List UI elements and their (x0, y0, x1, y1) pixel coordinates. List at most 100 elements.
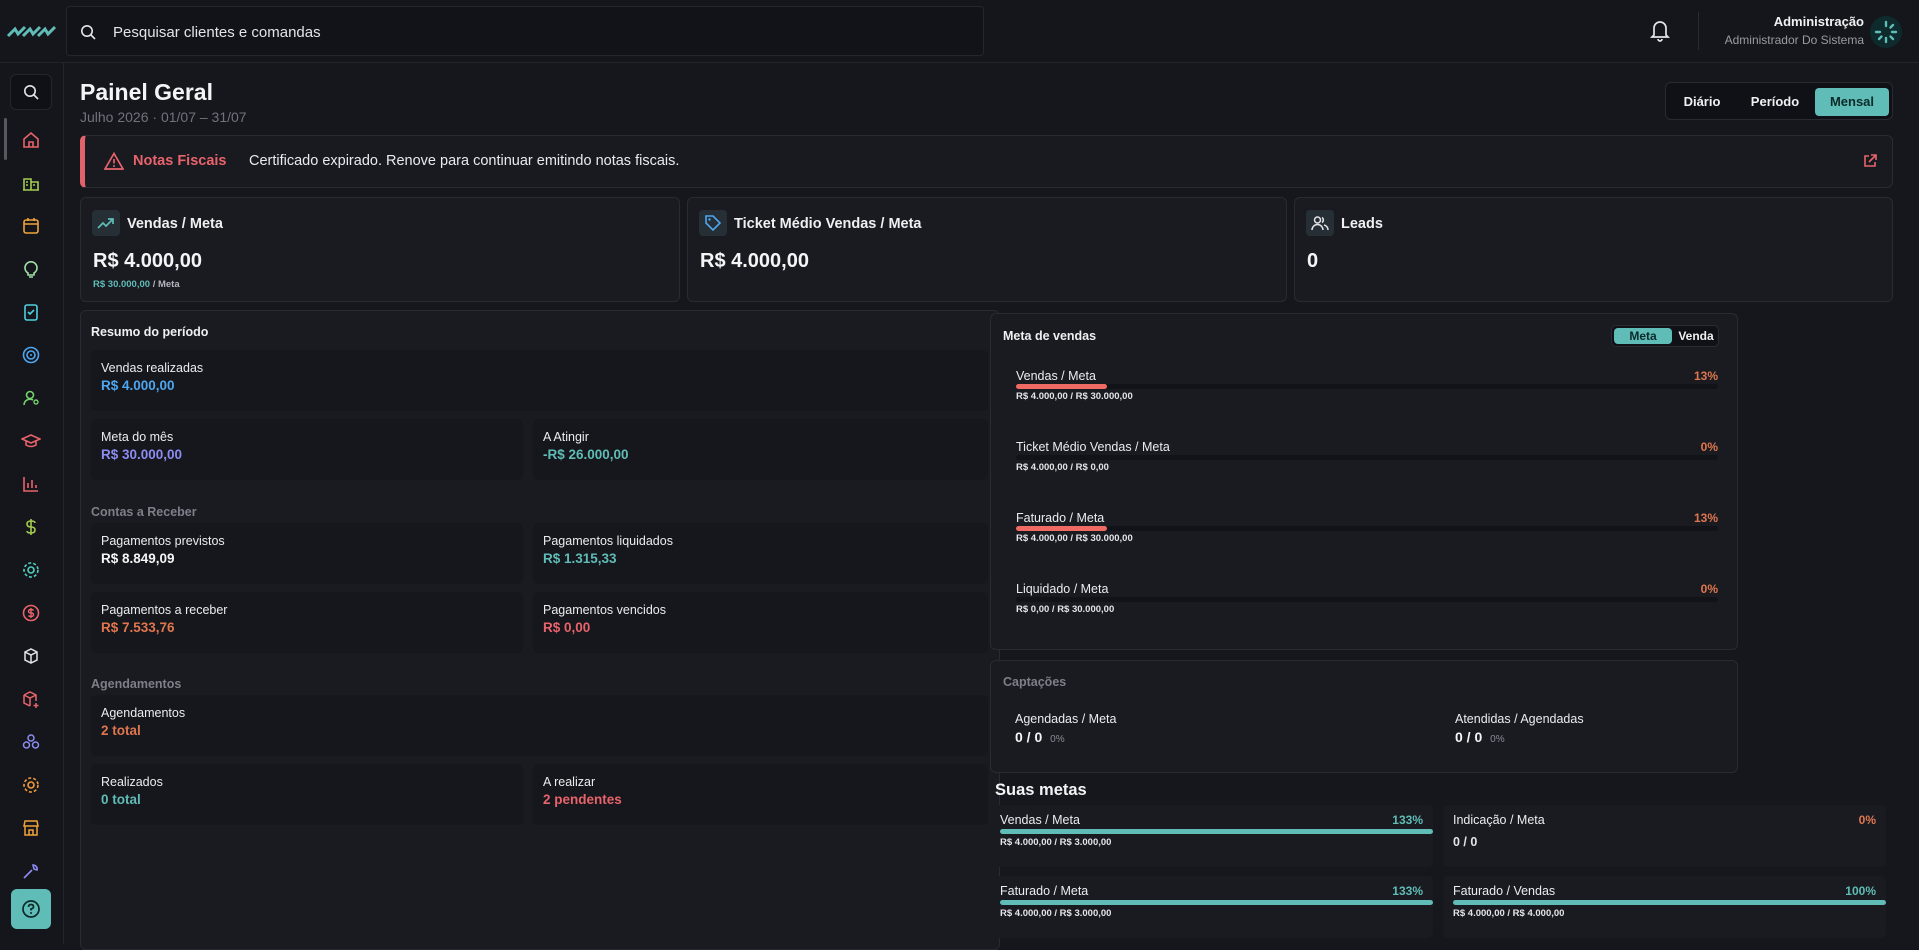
tag-icon (699, 210, 727, 236)
progress-label: Faturado / Meta (1016, 511, 1105, 525)
user-info[interactable]: Administração Administrador Do Sistema (1725, 14, 1864, 47)
tile-vendas-realizadas: Vendas realizadas R$ 4.000,00 (91, 350, 988, 411)
target-icon[interactable] (20, 344, 42, 366)
suas-metas-title: Suas metas (995, 781, 1087, 799)
tile-value: -R$ 26.000,00 (543, 447, 629, 462)
warning-icon (104, 152, 124, 170)
package-icon[interactable] (20, 645, 42, 667)
cog-icon[interactable] (20, 774, 42, 796)
captacao-value: 0 / 0 0% (1455, 729, 1505, 745)
sidebar-search-button[interactable] (10, 74, 52, 110)
lightbulb-icon[interactable] (20, 258, 42, 280)
meta-card-label: Indicação / Meta (1453, 813, 1545, 827)
tile-pagamentos-liquidados: Pagamentos liquidados R$ 1.315,33 (533, 523, 988, 584)
meta-card: Faturado / Vendas 100% R$ 4.000,00 / R$ 4.… (1443, 876, 1886, 938)
captacao-value-text: 0 / 0 (1455, 729, 1483, 745)
kpi-card-vendas[interactable]: Vendas / Meta R$ 4.000,00 R$ 30.000,00 /… (80, 197, 680, 302)
meta-card-detail: R$ 4.000,00 / R$ 3.000,00 (1000, 908, 1112, 919)
period-range-button[interactable]: Período (1738, 88, 1812, 116)
help-button[interactable] (11, 889, 51, 929)
meta-card-fill (1000, 829, 1433, 834)
meta-vendas-title: Meta de vendas (1003, 329, 1097, 343)
meta-progress-row: Liquidado / Meta 0% R$ 0,00 / R$ 30.000,00 (1016, 582, 1718, 622)
external-link-icon[interactable] (1862, 153, 1878, 169)
kpi-value: R$ 4.000,00 (93, 250, 202, 272)
progress-detail: R$ 4.000,00 / R$ 30.000,00 (1016, 533, 1133, 544)
progress-track (1016, 597, 1718, 602)
meta-card: Faturado / Meta 133% R$ 4.000,00 / R$ 3.00… (990, 876, 1433, 938)
toggle-meta-button[interactable]: Meta (1614, 328, 1672, 344)
coin-icon[interactable] (20, 602, 42, 624)
alert-message: Certificado expirado. Renove para contin… (249, 153, 680, 169)
topbar-divider (1698, 12, 1699, 50)
meta-card: Vendas / Meta 133% R$ 4.000,00 / R$ 3.000,… (990, 805, 1433, 867)
logo-icon[interactable] (6, 24, 56, 40)
kpi-label: Ticket Médio Vendas / Meta (734, 216, 922, 232)
kpi-card-ticket[interactable]: Ticket Médio Vendas / Meta R$ 4.000,00 (687, 197, 1287, 302)
meta-card-label: Faturado / Meta (1000, 884, 1089, 898)
progress-detail: R$ 4.000,00 / R$ 30.000,00 (1016, 391, 1133, 402)
kpi-card-leads[interactable]: Leads 0 (1294, 197, 1893, 302)
users-icon (1306, 210, 1334, 236)
calendar-icon[interactable] (20, 215, 42, 237)
progress-label: Liquidado / Meta (1016, 582, 1109, 596)
kpi-value: R$ 4.000,00 (700, 250, 809, 272)
search-icon (24, 85, 39, 100)
tile-label: Pagamentos vencidos (543, 603, 666, 617)
tile-value: R$ 8.849,09 (101, 551, 175, 566)
meta-card-label: Faturado / Vendas (1453, 884, 1556, 898)
user-role: Administrador Do Sistema (1724, 33, 1864, 47)
captacao-pct: 0% (1490, 734, 1505, 745)
avatar[interactable] (1870, 16, 1902, 48)
period-daily-button[interactable]: Diário (1670, 88, 1734, 116)
captacao-value-text: 0 / 0 (1015, 729, 1043, 745)
meta-card-fill (1453, 900, 1886, 905)
progress-detail: R$ 0,00 / R$ 30.000,00 (1016, 604, 1115, 615)
captacoes-title: Captações (1003, 675, 1067, 689)
tile-label: Pagamentos liquidados (543, 534, 673, 548)
period-monthly-button[interactable]: Mensal (1815, 88, 1889, 116)
toggle-venda-button[interactable]: Venda (1674, 328, 1718, 344)
tile-a-atingir: A Atingir -R$ 26.000,00 (533, 419, 988, 480)
progress-label: Vendas / Meta (1016, 369, 1096, 383)
meta-card-percent: 133% (1392, 884, 1423, 898)
meta-card-percent: 0% (1858, 813, 1876, 827)
wrench-icon[interactable] (20, 860, 42, 882)
meta-card-detail: 0 / 0 (1453, 835, 1478, 849)
meta-progress-row: Ticket Médio Vendas / Meta 0% R$ 4.000,00 … (1016, 440, 1718, 480)
tile-label: A Atingir (543, 430, 589, 444)
checklist-icon[interactable] (20, 301, 42, 323)
tile-label: Realizados (101, 775, 163, 789)
dollar-icon[interactable] (20, 516, 42, 538)
user-name: Administração (1773, 14, 1864, 29)
captacao-label: Agendadas / Meta (1015, 712, 1117, 726)
store-icon[interactable] (20, 817, 42, 839)
boxes-icon[interactable] (20, 731, 42, 753)
captacao-value: 0 / 0 0% (1015, 729, 1065, 745)
package-add-icon[interactable] (20, 688, 42, 710)
progress-percent: 0% (1700, 582, 1718, 596)
main-content: Painel Geral Julho 2026 · 01/07 – 31/07 … (65, 63, 1919, 950)
tile-label: Pagamentos a receber (101, 603, 228, 617)
kpi-value: 0 (1307, 250, 1319, 272)
fiscal-alert-banner: Notas Fiscais Certificado expirado. Reno… (80, 135, 1893, 188)
meta-card: Indicação / Meta 0% 0 / 0 (1443, 805, 1886, 867)
user-search-icon[interactable] (20, 387, 42, 409)
search-placeholder: Pesquisar clientes e comandas (113, 24, 321, 41)
progress-track (1016, 384, 1718, 389)
graduation-cap-icon[interactable] (20, 430, 42, 452)
meta-card-percent: 100% (1845, 884, 1876, 898)
bar-chart-icon[interactable] (20, 473, 42, 495)
page-subtitle: Julho 2026 · 01/07 – 31/07 (80, 109, 247, 125)
resumo-title: Resumo do período (91, 325, 209, 339)
progress-track (1016, 455, 1718, 460)
home-icon[interactable] (20, 129, 42, 151)
meta-progress-row: Faturado / Meta 13% R$ 4.000,00 / R$ 30.00… (1016, 511, 1718, 551)
search-input[interactable]: Pesquisar clientes e comandas (66, 6, 984, 56)
trending-up-icon (92, 210, 120, 236)
notification-bell-icon[interactable] (1646, 16, 1674, 44)
meta-card-detail: R$ 4.000,00 / R$ 4.000,00 (1453, 908, 1565, 919)
settings-gear-icon[interactable] (20, 559, 42, 581)
buildings-icon[interactable] (20, 172, 42, 194)
tile-pagamentos-vencidos: Pagamentos vencidos R$ 0,00 (533, 592, 988, 653)
